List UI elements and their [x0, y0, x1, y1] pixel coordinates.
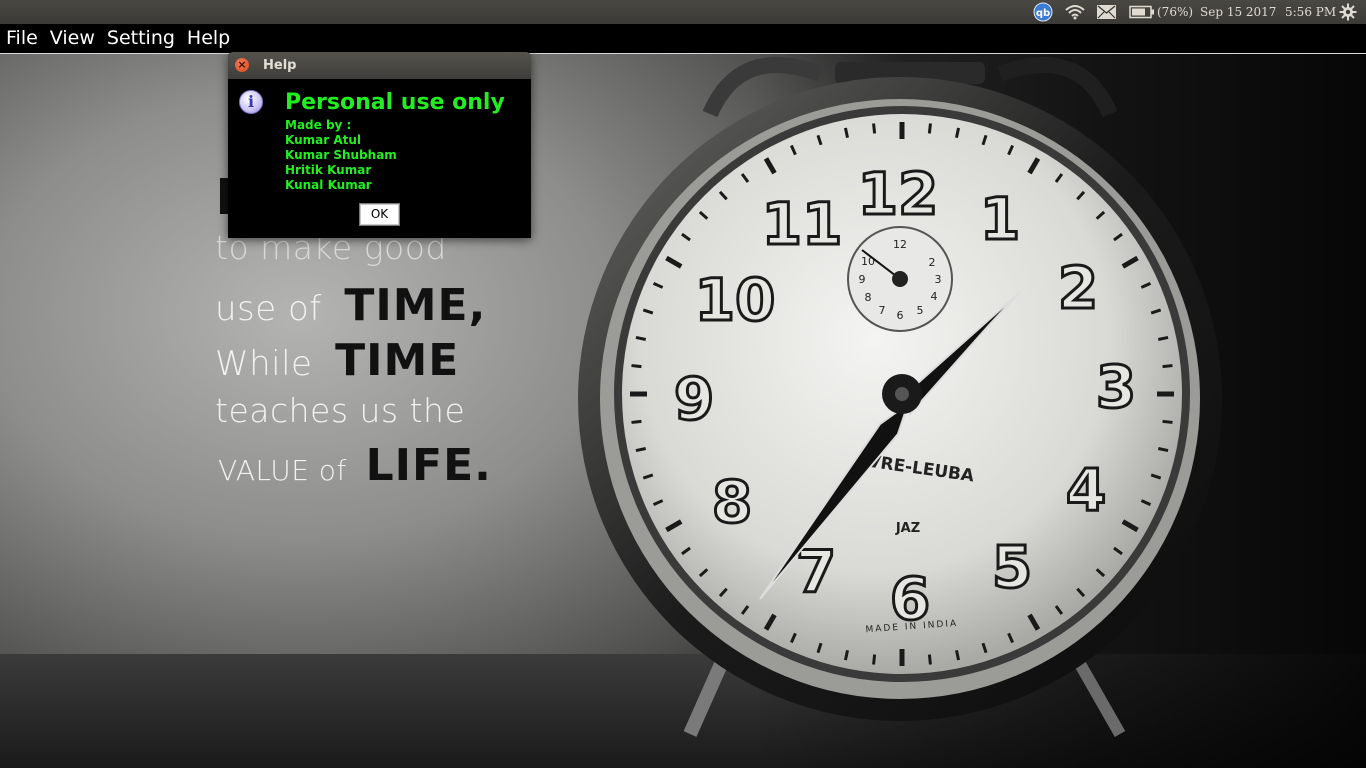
clock-tick: [955, 649, 961, 661]
clock-numeral-4: 4: [1066, 456, 1106, 524]
alarm-clock-image: 12 1 2 3 4 5 6 7 8 9 10 11 12 2 3 4 5 6 …: [578, 57, 1222, 737]
author-name: Kumar Shubham: [285, 148, 397, 162]
svg-text:qb: qb: [1036, 8, 1050, 19]
subdial-numeral-9: 9: [859, 273, 866, 286]
clock-numeral-2: 2: [1058, 254, 1098, 322]
subdial-numeral-3: 3: [935, 273, 942, 286]
subdial-numeral-7: 7: [879, 304, 886, 317]
clock-tick: [872, 123, 877, 134]
quote-line-5: VALUE of LIFE.: [218, 440, 492, 491]
time-indicator[interactable]: 5:56 PM: [1285, 0, 1336, 24]
clock-tick: [927, 654, 932, 665]
dialog-titlebar[interactable]: × Help: [228, 52, 531, 79]
clock-numeral-12: 12: [858, 160, 939, 228]
clock-model: JAZ: [895, 521, 920, 536]
subdial-numeral-12: 12: [893, 238, 907, 251]
clock-tick: [1157, 447, 1169, 453]
date-indicator[interactable]: Sep 15 2017: [1200, 0, 1276, 24]
settings-gear-icon[interactable]: [1339, 0, 1357, 24]
battery-percent: (76%): [1157, 5, 1194, 19]
credits-label: Made by :: [285, 118, 352, 132]
author-name: Kunal Kumar: [285, 178, 372, 192]
clock-tick: [635, 335, 647, 341]
menu-file[interactable]: File: [0, 24, 44, 53]
menu-help[interactable]: Help: [181, 24, 236, 53]
author-name: Kumar Atul: [285, 133, 362, 147]
clock-tick: [1162, 419, 1173, 424]
ok-button[interactable]: OK: [359, 203, 400, 226]
clock-tick: [927, 123, 932, 134]
dialog-heading: Personal use only: [285, 90, 505, 115]
clock-tick: [631, 419, 642, 424]
qbittorrent-icon[interactable]: qb: [1033, 0, 1053, 24]
subdial-numeral-6: 6: [897, 309, 904, 322]
menu-view[interactable]: View: [44, 24, 101, 53]
clock-numeral-11: 11: [762, 190, 843, 258]
clock-numeral-8: 8: [712, 468, 752, 536]
subdial-numeral-10: 10: [861, 255, 875, 268]
subdial-numeral-8: 8: [865, 291, 872, 304]
clock-numeral-9: 9: [674, 365, 714, 433]
clock-tick: [1162, 364, 1173, 369]
desktop-wallpaper: 12 1 2 3 4 5 6 7 8 9 10 11 12 2 3 4 5 6 …: [0, 54, 1366, 768]
clock-tick: [1157, 335, 1169, 341]
info-icon: i: [239, 90, 263, 114]
mail-icon[interactable]: [1097, 0, 1116, 24]
clock-tick: [872, 654, 877, 665]
app-menubar: File View Setting Help: [0, 24, 1366, 54]
clock-tick: [631, 364, 642, 369]
clock-tick: [955, 127, 961, 139]
clock-numeral-10: 10: [695, 266, 776, 334]
dialog-title: Help: [263, 58, 297, 73]
battery-icon[interactable]: [1129, 0, 1155, 24]
subdial-numeral-4: 4: [931, 290, 938, 303]
subdial-numeral-5: 5: [917, 304, 924, 317]
menu-setting[interactable]: Setting: [101, 24, 181, 53]
system-top-panel: qb (76%) Sep 15 2017 5:56 PM: [0, 0, 1366, 24]
wifi-icon[interactable]: [1065, 0, 1085, 24]
close-icon[interactable]: ×: [235, 58, 249, 72]
clock-numeral-3: 3: [1096, 353, 1136, 421]
clock-tick: [843, 649, 849, 661]
quote-line-3: While TIME: [215, 335, 460, 386]
subdial-numeral-2: 2: [929, 256, 936, 269]
clock-tick: [843, 127, 849, 139]
quote-line-2: use of TIME,: [215, 280, 487, 331]
clock-tick: [635, 447, 647, 453]
author-name: Hritik Kumar: [285, 163, 372, 177]
help-dialog: × Help i Personal use only Made by : Kum…: [228, 52, 531, 238]
clock-numeral-1: 1: [980, 185, 1020, 253]
quote-line-4: teaches us the: [215, 391, 466, 430]
clock-numeral-5: 5: [992, 533, 1032, 601]
